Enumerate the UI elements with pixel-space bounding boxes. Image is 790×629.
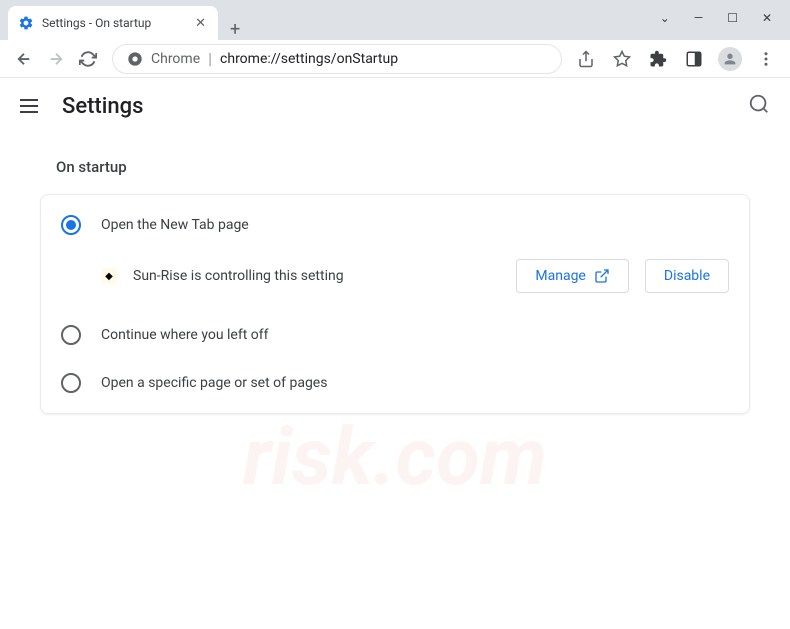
close-icon[interactable]: ✕ bbox=[193, 14, 208, 33]
page-title: Settings bbox=[62, 94, 143, 119]
managed-setting-row: ◆ Sun-Rise is controlling this setting M… bbox=[53, 249, 737, 311]
launch-icon bbox=[594, 268, 610, 284]
radio-continue[interactable]: Continue where you left off bbox=[53, 311, 737, 359]
manage-button[interactable]: Manage bbox=[516, 259, 628, 293]
radio-label: Continue where you left off bbox=[101, 327, 269, 343]
minimize-icon[interactable]: — bbox=[694, 11, 703, 25]
settings-header: Settings bbox=[0, 78, 790, 134]
bookmark-star-icon[interactable] bbox=[608, 45, 636, 73]
back-button[interactable] bbox=[10, 45, 38, 73]
managed-text: Sun-Rise is controlling this setting bbox=[133, 268, 500, 284]
maximize-icon[interactable]: ☐ bbox=[727, 11, 738, 25]
extensions-icon[interactable] bbox=[644, 45, 672, 73]
disable-button[interactable]: Disable bbox=[645, 259, 729, 293]
page-content: PC risk.com Settings On startup Open the… bbox=[0, 78, 790, 629]
startup-card: Open the New Tab page ◆ Sun-Rise is cont… bbox=[40, 194, 750, 414]
radio-open-new-tab[interactable]: Open the New Tab page bbox=[53, 201, 737, 249]
radio-label: Open the New Tab page bbox=[101, 217, 249, 233]
gear-icon bbox=[18, 15, 34, 31]
browser-tab[interactable]: Settings - On startup ✕ bbox=[8, 6, 218, 40]
reload-button[interactable] bbox=[74, 45, 102, 73]
kebab-menu-icon[interactable] bbox=[752, 45, 780, 73]
section-title: On startup bbox=[56, 158, 750, 176]
side-panel-icon[interactable] bbox=[680, 45, 708, 73]
search-icon[interactable] bbox=[748, 93, 770, 119]
browser-toolbar: Chrome | chrome://settings/onStartup bbox=[0, 40, 790, 78]
new-tab-button[interactable]: + bbox=[218, 19, 252, 40]
hamburger-menu-icon[interactable] bbox=[20, 94, 44, 118]
chevron-down-icon[interactable]: ⌄ bbox=[660, 11, 670, 25]
omnibox-separator: | bbox=[208, 49, 212, 68]
radio-icon bbox=[61, 373, 81, 393]
tab-title: Settings - On startup bbox=[42, 16, 185, 30]
radio-label: Open a specific page or set of pages bbox=[101, 375, 327, 391]
omnibox-url: chrome://settings/onStartup bbox=[220, 51, 398, 67]
close-window-icon[interactable]: ✕ bbox=[762, 11, 772, 25]
forward-button[interactable] bbox=[42, 45, 70, 73]
share-icon[interactable] bbox=[572, 45, 600, 73]
window-controls: ⌄ — ☐ ✕ bbox=[642, 0, 790, 36]
radio-icon bbox=[61, 325, 81, 345]
radio-specific-page[interactable]: Open a specific page or set of pages bbox=[53, 359, 737, 407]
extension-icon: ◆ bbox=[101, 268, 117, 284]
profile-avatar[interactable] bbox=[716, 45, 744, 73]
radio-icon bbox=[61, 215, 81, 235]
address-bar[interactable]: Chrome | chrome://settings/onStartup bbox=[112, 44, 562, 74]
chrome-icon bbox=[127, 51, 143, 67]
omnibox-origin: Chrome bbox=[151, 51, 200, 67]
